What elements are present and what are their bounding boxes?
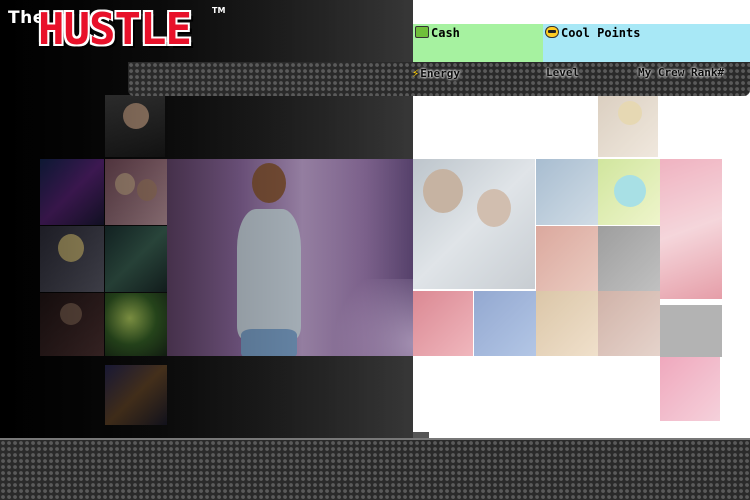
energy-stat[interactable]: ⚡ Energy [412,66,460,80]
photo-tile-guy-sunglasses [413,159,535,289]
photo-tile-club-blue [40,159,104,225]
photo-tile-lights-green [105,293,167,356]
photo-tile-grey [660,305,722,357]
level-stat[interactable]: Level [546,66,579,80]
photo-tile-crowd-bottom [105,365,167,425]
cool-points-label: Cool Points [561,26,641,40]
photo-collage [40,95,724,425]
photo-tile-guy-dark [40,293,104,356]
photo-tile-right-top [598,95,658,157]
photo-tile-party-red [413,291,473,356]
footer-mesh-bar [0,438,750,500]
cool-face-icon [545,26,559,38]
photo-tile-pair [536,226,598,292]
game-logo[interactable]: The HUSTLE TM [4,2,234,58]
photo-tile-girl-laugh [536,159,598,225]
photo-tile-cocktail [660,159,722,299]
photo-tile-turntable [105,226,167,292]
photo-tile-dj [105,95,165,157]
photo-tile-red-club [660,357,720,421]
cool-points-stat[interactable]: Cool Points [543,24,750,62]
photo-tile-crowd-blue [474,291,536,356]
photo-tile-girl-wave [598,291,660,356]
photo-tile-blonde [40,226,104,292]
photo-tile-decks [598,226,660,292]
energy-label: Energy [420,66,460,80]
crew-rank-stat[interactable]: My Crew Rank# [638,66,724,80]
level-label: Level [546,66,580,79]
cash-icon [415,26,429,38]
cash-stat[interactable]: Cash [413,24,543,62]
photo-tile-dancer-main [167,159,413,356]
divider-nub [413,432,429,438]
photo-tile-group-smile [536,291,598,356]
logo-title: HUSTLE [38,4,192,55]
photo-tile-friends [105,159,167,225]
trademark-symbol: TM [212,6,226,15]
lightning-icon: ⚡ [412,66,420,80]
photo-tile-cd [598,159,660,225]
cash-label: Cash [431,26,460,40]
crew-rank-label: My Crew Rank# [638,66,725,79]
